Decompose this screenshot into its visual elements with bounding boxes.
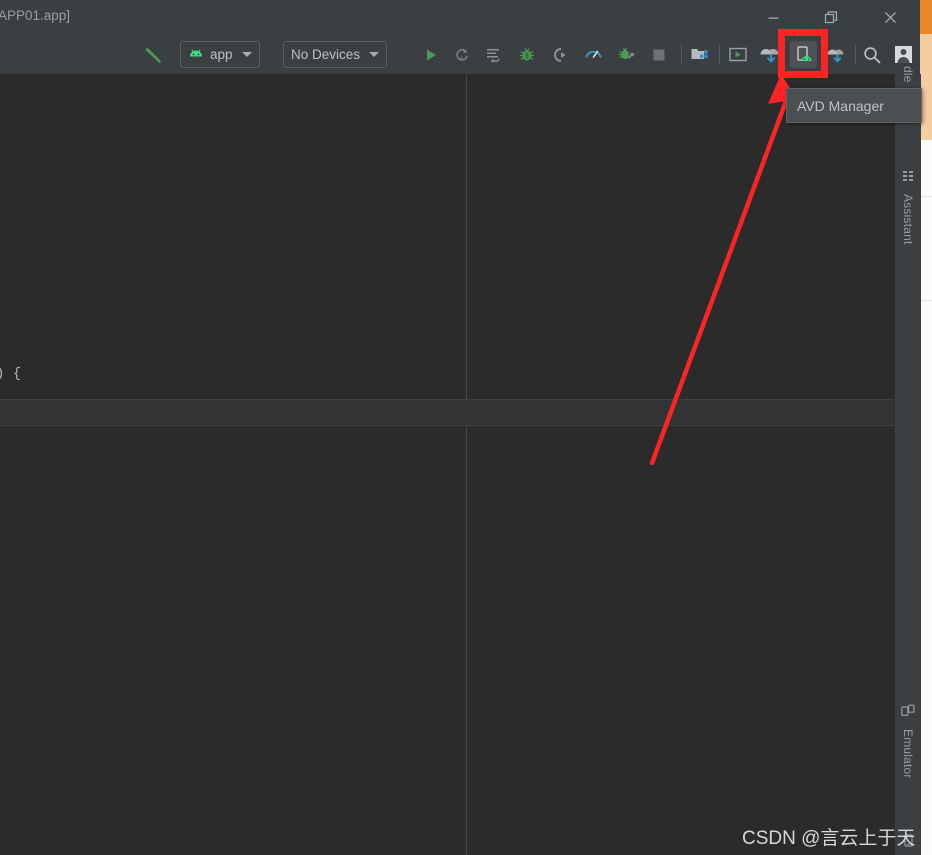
hammer-icon <box>145 47 161 63</box>
close-button[interactable] <box>867 0 913 35</box>
layout-inspector-icon <box>729 47 747 62</box>
chevron-down-icon <box>241 52 252 57</box>
toolbar-separator-1 <box>681 44 682 65</box>
highlight-box-avd-manager <box>778 29 828 78</box>
page-strip-orange-band <box>920 34 932 140</box>
device-selector[interactable]: No Devices <box>283 35 388 74</box>
run-icon <box>427 49 436 60</box>
assistant-grid-icon <box>902 170 915 188</box>
search-button[interactable] <box>859 35 885 74</box>
chevron-down-icon <box>369 52 380 57</box>
window-title: APP01.app] <box>0 8 71 23</box>
editor-area: ) { <box>0 74 894 855</box>
sidebar-item-label: Emulator <box>901 729 915 779</box>
debug-button[interactable] <box>514 35 540 74</box>
profiler-icon <box>584 50 602 58</box>
rerun-button[interactable]: A <box>449 35 475 74</box>
module-selector[interactable]: app <box>180 35 260 74</box>
sidebar-item-gradle[interactable]: dle <box>895 66 921 83</box>
sdk-manager-button[interactable] <box>687 35 713 74</box>
stop-icon <box>653 49 665 60</box>
run-with-coverage-button[interactable] <box>613 35 639 74</box>
close-icon <box>884 12 896 23</box>
watermark: CSDN @言云上于天 <box>742 828 916 849</box>
sidebar-item-label: dle <box>901 66 915 83</box>
restore-icon <box>824 11 837 24</box>
device-manager-icon <box>827 49 844 62</box>
page-strip-orange-header <box>920 0 932 34</box>
code-fragment: ) { <box>0 366 22 382</box>
emulator-icon <box>901 704 915 723</box>
tooltip-label: AVD Manager <box>797 97 884 114</box>
sdk-manager-icon <box>691 49 708 59</box>
background-page-strip <box>920 0 932 855</box>
editor-pane-left[interactable]: ) { <box>0 74 466 855</box>
page-strip-divider-1 <box>920 196 932 197</box>
debug-icon <box>519 47 535 60</box>
page-strip-divider-2 <box>920 300 932 301</box>
attach-debugger-icon <box>554 47 566 62</box>
stop-button[interactable] <box>646 35 672 74</box>
profiler-button[interactable] <box>580 35 606 74</box>
apply-code-changes-icon <box>487 48 500 62</box>
module-selector-label: app <box>210 47 233 62</box>
android-studio-window: APP01.app] app No Devices A {dle Assist… <box>0 0 932 855</box>
sidebar-item-assistant[interactable]: Assistant <box>895 170 921 245</box>
sidebar-item-label: Assistant <box>901 194 915 245</box>
build-button[interactable] <box>140 35 168 74</box>
editor-mid-band <box>0 400 894 425</box>
editor-divider-bottom <box>0 425 894 426</box>
minimize-icon <box>768 17 778 19</box>
run-with-coverage-icon <box>618 47 634 60</box>
device-selector-label: No Devices <box>291 47 361 62</box>
editor-pane-right[interactable] <box>467 74 894 855</box>
tooltip-avd-manager: AVD Manager <box>786 88 922 123</box>
run-button[interactable] <box>418 35 444 74</box>
sidebar-item-emulator[interactable]: Emulator <box>895 704 921 779</box>
account-avatar-icon <box>894 46 912 63</box>
device-selector-combo[interactable]: No Devices <box>283 41 388 68</box>
attach-debugger-button[interactable] <box>547 35 573 74</box>
toolbar-separator-2 <box>719 44 720 65</box>
android-head-icon <box>190 49 202 57</box>
module-selector-combo[interactable]: app <box>180 41 260 68</box>
layout-inspector-button[interactable] <box>725 35 751 74</box>
rerun-icon: A <box>456 48 468 62</box>
svg-text:A: A <box>460 56 464 62</box>
apply-code-changes-button[interactable] <box>481 35 507 74</box>
right-tool-sidebar: dle Assistant Emulator <box>894 66 921 855</box>
search-icon <box>864 46 881 63</box>
toolbar-separator-3 <box>855 44 856 65</box>
page-strip-white-body <box>920 140 932 855</box>
